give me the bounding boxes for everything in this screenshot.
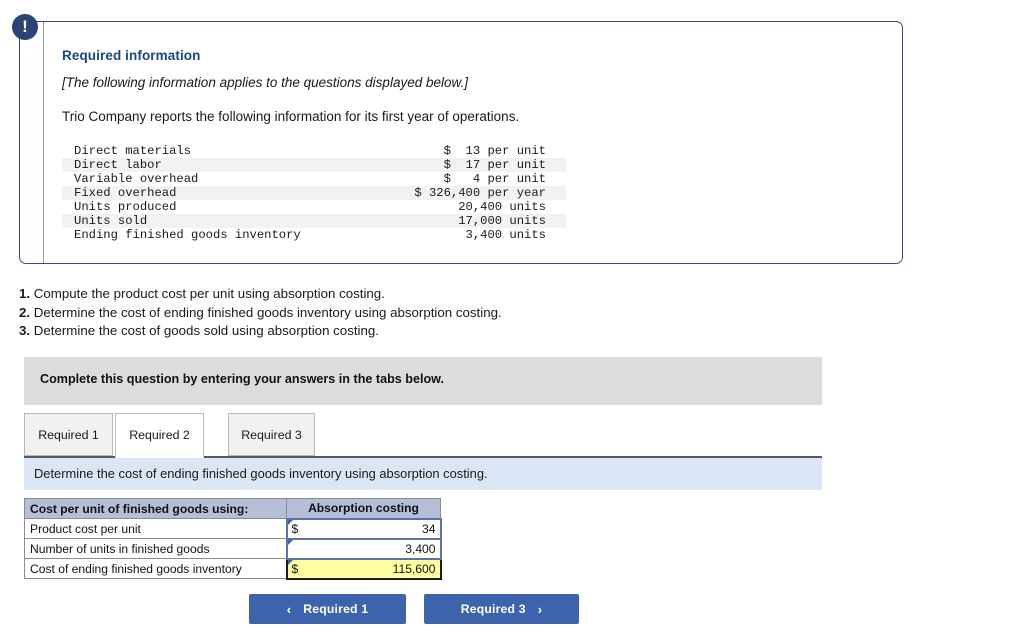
instruction-bar: Complete this question by entering your … <box>24 357 822 405</box>
answer-table-head: Cost per unit of finished goods using: A… <box>24 498 441 519</box>
table-row: Number of units in finished goods 3,400 <box>24 537 442 560</box>
cell-content: $115,600 <box>288 560 440 578</box>
row-label: Cost of ending finished goods inventory <box>24 558 287 579</box>
table-row: Cost of ending finished goods inventory $… <box>24 557 442 580</box>
cell-content: 3,400 <box>288 540 440 558</box>
fact-label: Direct labor <box>62 158 371 172</box>
tab-required-3[interactable]: Required 3 <box>228 413 315 456</box>
fact-value: $ 326,400 per year <box>370 186 566 200</box>
fact-row: Variable overhead $ 4 per unit <box>62 172 566 186</box>
fact-row: Units produced 20,400 units <box>62 200 566 214</box>
column-header-label: Cost per unit of finished goods using: <box>24 498 287 519</box>
fact-label: Units sold <box>62 214 371 228</box>
requirement-item: 3. Determine the cost of goods sold usin… <box>19 322 502 341</box>
chevron-left-icon: ‹ <box>286 601 292 617</box>
fact-value: 20,400 units <box>458 200 546 214</box>
required-tabs: Required 1 Required 2 Required 3 <box>24 413 822 458</box>
requirements-list: 1. Compute the product cost per unit usi… <box>19 285 502 341</box>
tab-required-1[interactable]: Required 1 <box>24 413 113 456</box>
requirement-text: Determine the cost of ending finished go… <box>33 304 502 320</box>
cell-value: 34 <box>422 521 436 536</box>
company-facts-body: Direct materials $ 13 per unit Direct labo… <box>62 144 566 242</box>
answer-input-cell[interactable]: 3,400 <box>285 537 442 560</box>
requirement-item: 2. Determine the cost of ending finished… <box>19 304 502 323</box>
tab-required-2[interactable]: Required 2 <box>115 413 204 458</box>
answer-table: Cost per unit of finished goods using: A… <box>24 498 442 580</box>
fact-row: Direct materials $ 13 per unit <box>62 144 566 158</box>
cell-flag-icon <box>287 539 293 545</box>
fact-label: Ending finished goods inventory <box>74 228 301 242</box>
fact-label: Direct materials <box>74 144 192 158</box>
cell-value: 115,600 <box>392 561 436 576</box>
fact-value: 3,400 units <box>465 228 546 242</box>
next-required-button[interactable]: Required 3 › <box>424 594 579 624</box>
prompt-bar: Determine the cost of ending finished go… <box>24 458 822 490</box>
fact-value: $ 4 per unit <box>443 172 546 186</box>
next-required-label: Required 3 <box>460 602 526 616</box>
requirement-number: 1. <box>19 286 31 301</box>
panel-lead-text: Trio Company reports the following infor… <box>62 109 520 124</box>
exclamation-icon: ! <box>12 14 38 40</box>
previous-required-button[interactable]: ‹ Required 1 <box>249 594 406 624</box>
requirement-item: 1. Compute the product cost per unit usi… <box>19 285 502 304</box>
requirement-text: Determine the cost of goods sold using a… <box>33 323 379 338</box>
fact-row: Units sold 17,000 units <box>62 214 566 228</box>
answer-input-cell[interactable]: $34 <box>285 517 442 540</box>
cell-flag-icon <box>287 559 293 565</box>
answer-table-header-row: Cost per unit of finished goods using: A… <box>24 498 441 519</box>
cell-value: 3,400 <box>405 541 436 556</box>
fact-label: Variable overhead <box>74 172 199 186</box>
row-label: Product cost per unit <box>24 518 287 539</box>
cell-flag-icon <box>287 519 293 525</box>
requirement-number: 2. <box>19 304 31 320</box>
table-row: Product cost per unit $34 <box>24 517 442 540</box>
prompt-bar-text: Determine the cost of ending finished go… <box>34 466 488 481</box>
fact-label: Fixed overhead <box>62 186 371 200</box>
fact-value: $ 17 per unit <box>370 158 566 172</box>
fact-row: Ending finished goods inventory 3,400 uni… <box>62 228 566 242</box>
chevron-right-icon: › <box>537 601 543 617</box>
instruction-bar-text: Complete this question by entering your … <box>40 372 444 386</box>
row-label: Number of units in finished goods <box>24 538 287 559</box>
company-facts-table: Direct materials $ 13 per unit Direct labo… <box>62 144 566 242</box>
requirement-number: 3. <box>19 323 31 338</box>
cell-content: $34 <box>288 520 440 538</box>
fact-value: 17,000 units <box>370 214 566 228</box>
fact-value: $ 13 per unit <box>443 144 546 158</box>
fact-row: Fixed overhead $ 326,400 per year <box>62 186 566 200</box>
computed-total-cell[interactable]: $115,600 <box>285 557 442 580</box>
previous-required-label: Required 1 <box>303 602 369 616</box>
fact-row: Direct labor $ 17 per unit <box>62 158 566 172</box>
fact-label: Units produced <box>74 200 177 214</box>
answer-table-body: Product cost per unit $34 Number of units … <box>24 517 442 580</box>
page-title: Required information <box>62 48 201 63</box>
currency-symbol: $ <box>291 521 299 536</box>
currency-symbol: $ <box>291 561 299 576</box>
column-header-absorption: Absorption costing <box>286 498 441 519</box>
requirement-text: Compute the product cost per unit using … <box>33 286 385 301</box>
panel-italic-note: [The following information applies to th… <box>62 75 468 90</box>
